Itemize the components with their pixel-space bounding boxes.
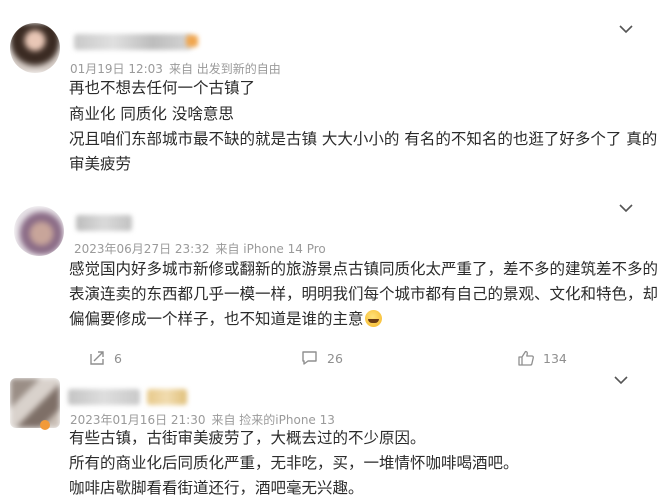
username-blurred[interactable] [68,389,140,405]
comment-source: 来自 捡来的iPhone 13 [211,413,335,427]
badge-blurred [147,389,187,405]
comment-line: 有些古镇，古街审美疲劳了，大概去过的不少原因。 [69,429,426,447]
verified-badge [40,420,50,430]
avatar[interactable] [10,378,60,428]
comment-line: 咖啡店歇脚看看街道还行，酒吧毫无兴趣。 [69,479,364,497]
chevron-down-icon[interactable] [611,370,631,390]
comment-line: 所有的商业化后同质化严重，无非吃，买，一堆情怀咖啡喝酒吧。 [69,454,519,472]
comment-3: 2023年01月16日 21:30 来自 捡来的iPhone 13 有些古镇，古街… [0,0,660,499]
comment-date: 2023年01月16日 21:30 [70,413,206,427]
